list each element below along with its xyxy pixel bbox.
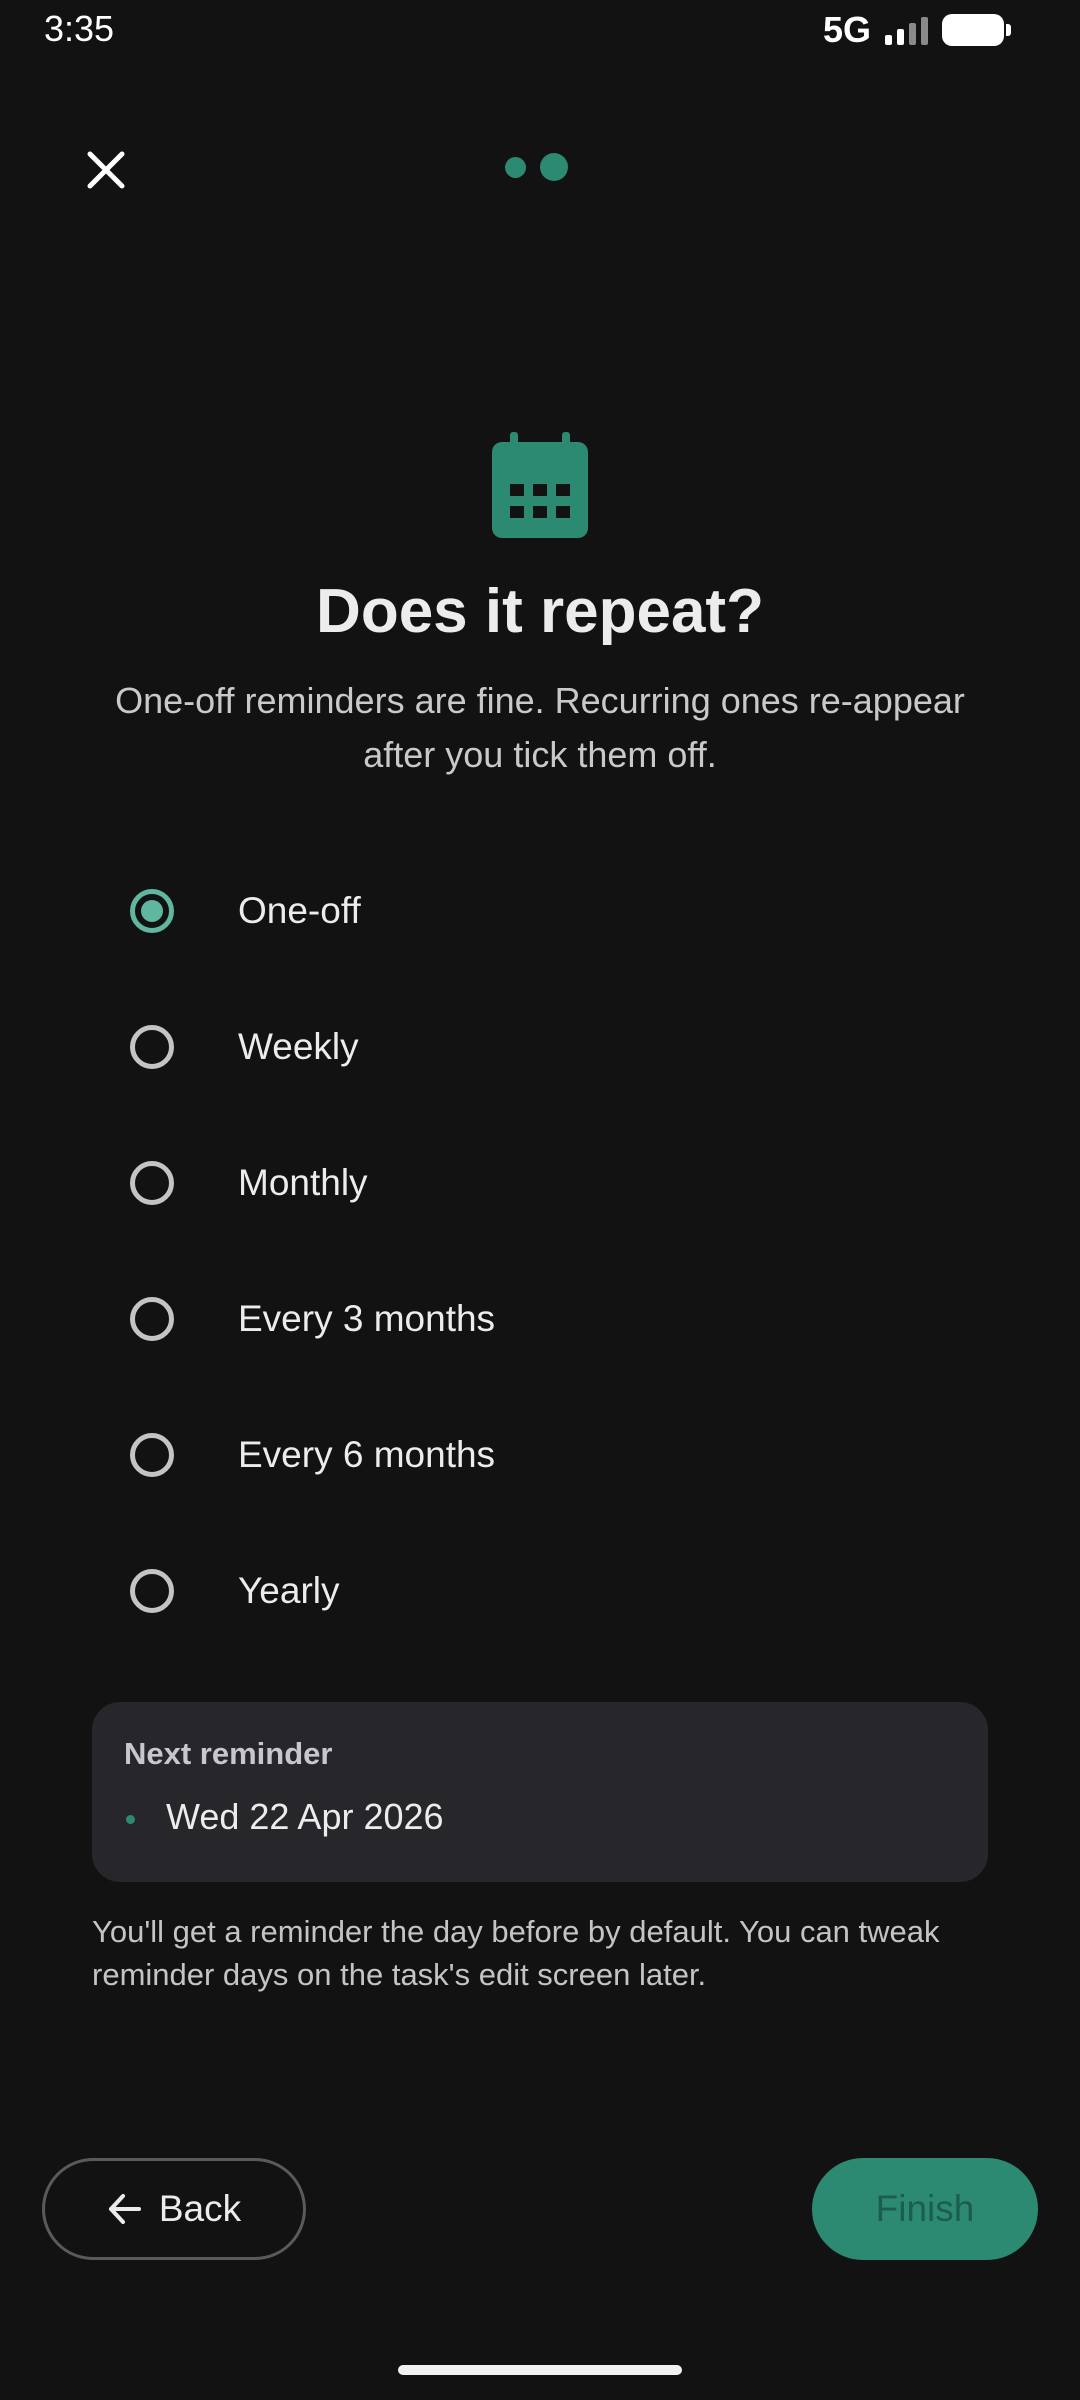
radio-weekly[interactable] — [130, 1025, 174, 1069]
close-icon — [87, 151, 125, 189]
option-label: Yearly — [238, 1570, 340, 1611]
option-label: Every 3 months — [238, 1298, 496, 1339]
status-icons: 5G — [822, 9, 1011, 50]
option-label: Weekly — [238, 1026, 359, 1067]
option-weekly[interactable]: Weekly — [100, 992, 980, 1102]
option-label: Monthly — [238, 1162, 368, 1203]
calendar-icon — [492, 432, 588, 538]
step-dot-2-current — [540, 153, 568, 181]
home-indicator[interactable] — [398, 2365, 682, 2375]
step-indicator — [505, 153, 568, 181]
radio-one-off-selected[interactable] — [130, 889, 174, 933]
status-bar: 3:35 5G — [0, 0, 1080, 62]
option-one-off[interactable]: One-off — [100, 856, 980, 966]
bullet-dot — [126, 1815, 135, 1824]
option-every-3-months[interactable]: Every 3 months — [100, 1264, 980, 1374]
next-reminder-heading: Next reminder — [124, 1736, 333, 1771]
network-type-label: 5G — [822, 9, 871, 50]
option-label: One-off — [238, 890, 361, 931]
step-dot-1 — [505, 156, 526, 178]
radio-monthly[interactable] — [130, 1161, 174, 1205]
finish-button[interactable]: Finish — [812, 2158, 1038, 2260]
battery-full-icon — [942, 14, 1011, 46]
back-label: Back — [158, 2188, 242, 2229]
status-time: 3:35 — [44, 8, 115, 49]
radio-every-3-months[interactable] — [130, 1297, 174, 1341]
page-title: Does it repeat? — [316, 577, 764, 646]
next-reminder-date: Wed 22 Apr 2026 — [166, 1796, 444, 1837]
option-yearly[interactable]: Yearly — [100, 1536, 980, 1646]
signal-bars-icon — [885, 15, 928, 45]
arrow-left-icon — [108, 2194, 141, 2224]
option-label: Every 6 months — [238, 1434, 496, 1475]
page-subtitle: One-off reminders are fine. Recurring on… — [115, 680, 965, 775]
reminder-note: You'll get a reminder the day before by … — [92, 1914, 940, 1992]
radio-every-6-months[interactable] — [130, 1433, 174, 1477]
radio-yearly[interactable] — [130, 1569, 174, 1613]
finish-label: Finish — [875, 2188, 975, 2229]
back-button[interactable]: Back — [42, 2158, 306, 2260]
option-every-6-months[interactable]: Every 6 months — [100, 1400, 980, 1510]
next-reminder-card: Next reminder Wed 22 Apr 2026 — [92, 1702, 988, 1882]
option-monthly[interactable]: Monthly — [100, 1128, 980, 1238]
close-button[interactable] — [74, 138, 138, 202]
